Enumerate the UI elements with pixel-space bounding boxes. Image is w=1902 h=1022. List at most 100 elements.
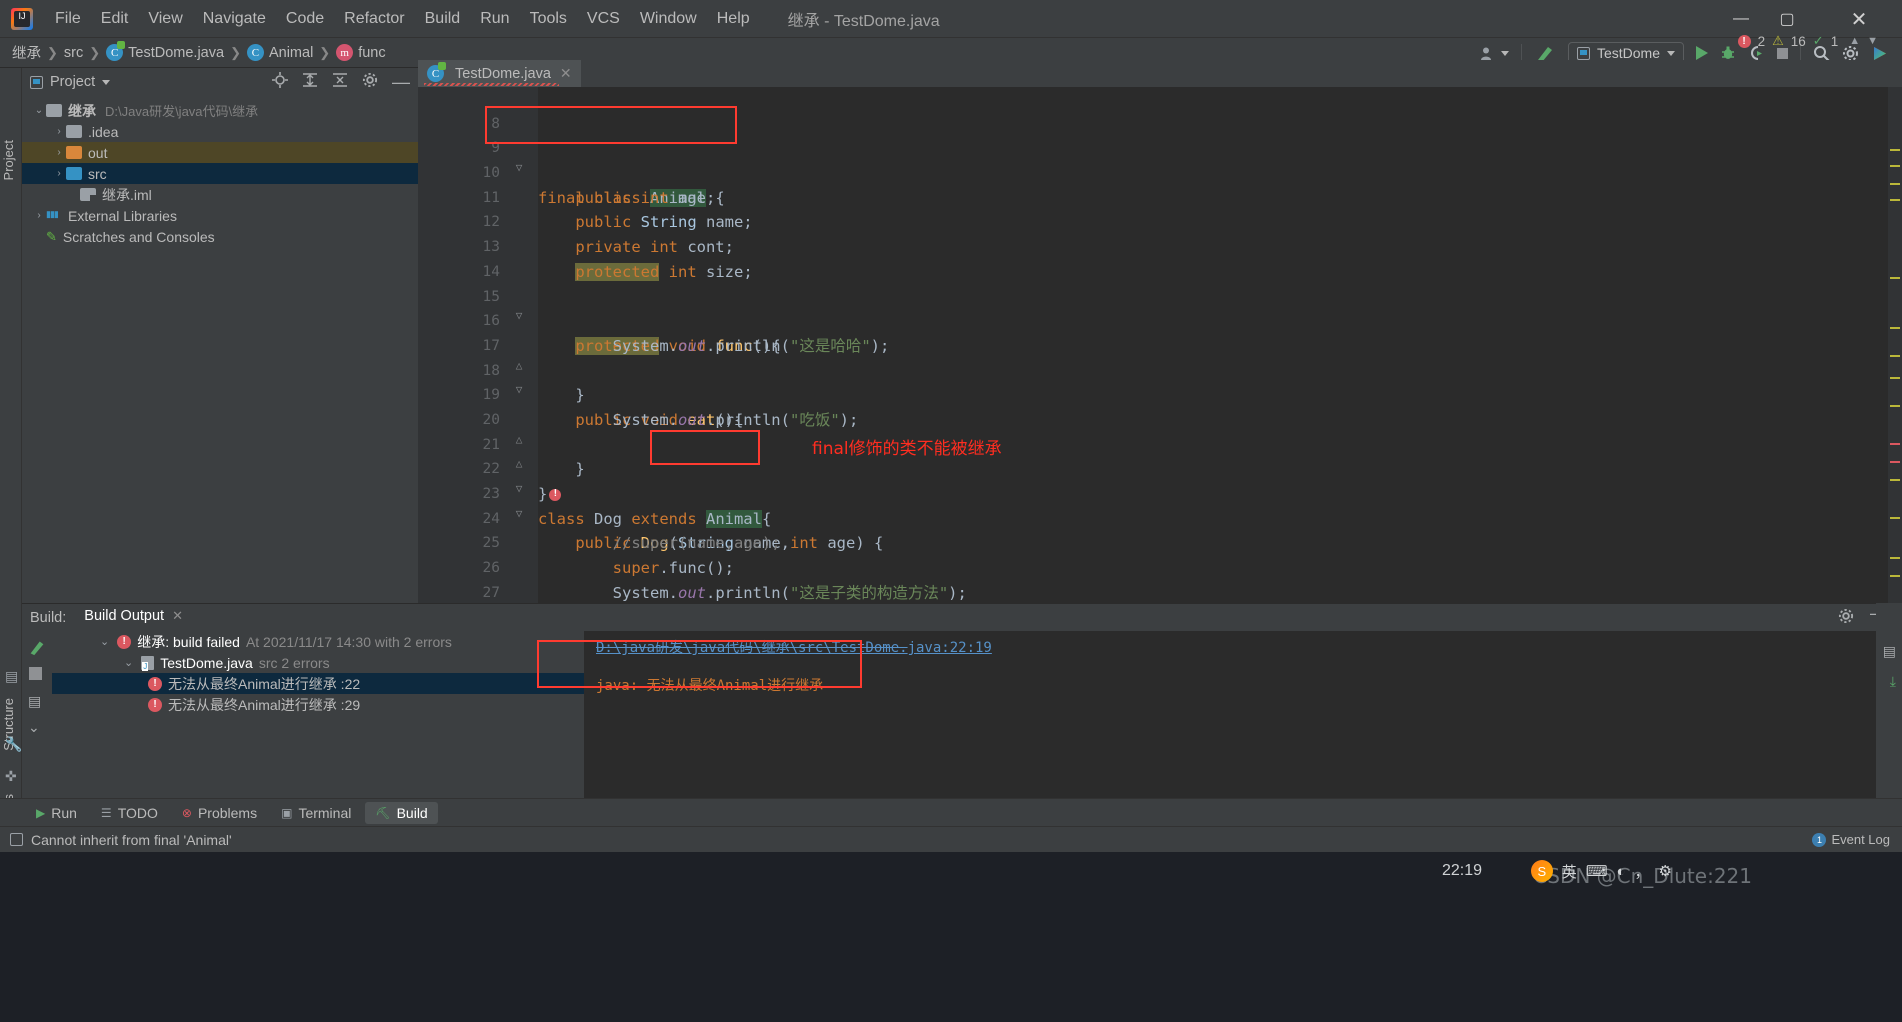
hide-icon[interactable]: —	[392, 73, 410, 91]
tool-window-button-todo[interactable]: ☰ TODO	[91, 802, 168, 824]
event-log-button[interactable]: 1 Event Log	[1812, 832, 1890, 847]
inspection-widget[interactable]: ! 2 ⚠ 16 ✓ 1 ▲ ▼	[1737, 33, 1878, 49]
filter-icon[interactable]: ▤	[28, 693, 41, 710]
warning-marker[interactable]	[1890, 405, 1900, 407]
menu-navigate[interactable]: Navigate	[193, 6, 276, 32]
menu-vcs[interactable]: VCS	[577, 6, 630, 32]
wrench-icon[interactable]: 🔧	[5, 736, 22, 753]
chevron-down-icon[interactable]	[102, 79, 111, 85]
locate-icon[interactable]	[272, 72, 288, 92]
build-detail-link[interactable]: java:22:19	[908, 640, 992, 656]
punctuation-icon[interactable]: ，	[1635, 861, 1650, 882]
breadcrumb-item-method[interactable]: m func	[336, 44, 386, 61]
tree-item-out[interactable]: › out	[22, 142, 418, 163]
build-panel-label: Build:	[30, 609, 67, 626]
settings-icon[interactable]	[362, 72, 378, 92]
breadcrumb-item-class[interactable]: C Animal ❯	[246, 44, 336, 61]
halfwidth-icon[interactable]: ◐	[1616, 863, 1625, 880]
close-icon[interactable]: ✕	[172, 608, 183, 624]
close-icon[interactable]: ✕	[560, 65, 572, 82]
menu-view[interactable]: View	[138, 6, 192, 32]
ime-indicator[interactable]: S 英 ⌨ ◐ ， ⚙	[1530, 860, 1672, 882]
warning-marker[interactable]	[1890, 557, 1900, 559]
tool-window-button-terminal[interactable]: ▣ Terminal	[271, 802, 361, 824]
menu-build[interactable]: Build	[415, 6, 471, 32]
menu-file[interactable]: File	[45, 6, 91, 32]
tool-window-button-build[interactable]: ⛏ Build	[365, 801, 438, 824]
taskbar-clock[interactable]: 22:19	[1442, 862, 1482, 880]
menu-help[interactable]: Help	[707, 6, 760, 32]
expand-all-icon[interactable]	[302, 72, 318, 92]
warning-marker[interactable]	[1890, 517, 1900, 519]
build-tree-row-build-failed[interactable]: ⌄ ! 继承: build failed At 2021/11/17 14:30…	[52, 631, 584, 652]
editor-tab-testdome[interactable]: C TestDome.java ✕	[418, 60, 581, 87]
tree-item-src[interactable]: › src	[22, 163, 418, 184]
build-output-tab[interactable]: Build Output ✕	[84, 608, 183, 633]
warning-marker[interactable]	[1890, 355, 1900, 357]
keyboard-icon[interactable]: ⌨	[1586, 862, 1608, 880]
warning-marker[interactable]	[1890, 575, 1900, 577]
warning-marker[interactable]	[1890, 165, 1900, 167]
menu-code[interactable]: Code	[276, 6, 334, 32]
warning-marker[interactable]	[1890, 327, 1900, 329]
breadcrumb-item-src[interactable]: src ❯	[64, 45, 106, 61]
breadcrumb-item-file[interactable]: C TestDome.java ❯	[106, 41, 247, 61]
chevron-down-icon[interactable]: ⌄	[32, 105, 46, 116]
chevron-right-icon[interactable]: ›	[32, 210, 46, 221]
warning-marker[interactable]	[1890, 149, 1900, 151]
menu-tools[interactable]: Tools	[520, 6, 577, 32]
pin-icon[interactable]: ✜	[5, 768, 17, 785]
stop-icon[interactable]	[29, 667, 42, 680]
error-stripe-bar[interactable]	[1888, 87, 1902, 603]
download-icon[interactable]: ⤓	[1890, 673, 1896, 690]
menu-window[interactable]: Window	[630, 6, 707, 32]
next-problem-icon[interactable]: ▼	[1867, 35, 1878, 47]
code-editor[interactable]: 8 9 ▽ final class Animal { 10 public int…	[418, 87, 1902, 603]
warning-marker[interactable]	[1890, 377, 1900, 379]
warning-marker[interactable]	[1890, 183, 1900, 185]
chevron-right-icon[interactable]: ›	[52, 147, 66, 158]
structure-icon[interactable]: ▤	[5, 668, 18, 685]
error-marker[interactable]	[1890, 461, 1900, 463]
layout-icon[interactable]: ▤	[1883, 643, 1896, 660]
chevron-down-icon[interactable]: ⌄	[100, 635, 109, 648]
tool-window-button-run[interactable]: ▶ Run	[26, 802, 87, 824]
menu-run[interactable]: Run	[470, 6, 519, 32]
error-marker[interactable]	[1890, 443, 1900, 445]
build-detail-path[interactable]: D:\java研发\java代码\继承\src\TestDome.	[596, 640, 908, 656]
chevron-right-icon[interactable]: ›	[52, 126, 66, 137]
toolbox-icon[interactable]: ⚙	[1659, 862, 1672, 880]
tree-item-iml[interactable]: 继承.iml	[22, 184, 418, 205]
breadcrumb-item-project[interactable]: 继承 ❯	[12, 42, 64, 63]
sogou-icon[interactable]: S	[1530, 860, 1553, 882]
tree-item-scratches[interactable]: ✎ Scratches and Consoles	[22, 226, 418, 247]
tool-window-button-project[interactable]: Project	[1, 140, 16, 180]
tree-item-external-libraries[interactable]: › External Libraries	[22, 205, 418, 226]
collapse-all-icon[interactable]	[332, 72, 348, 92]
run-icon[interactable]	[1696, 46, 1708, 60]
prev-problem-icon[interactable]: ▲	[1849, 35, 1860, 47]
tool-window-button-problems[interactable]: ⊗ Problems	[172, 802, 267, 824]
gear-icon[interactable]	[1838, 608, 1854, 628]
stop-icon[interactable]	[1777, 47, 1788, 59]
build-error-tree[interactable]: ⌄ ! 继承: build failed At 2021/11/17 14:30…	[52, 631, 677, 798]
menu-refactor[interactable]: Refactor	[334, 6, 414, 32]
build-tree-row-error-29[interactable]: ! 无法从最终Animal进行继承 :29	[52, 694, 584, 715]
tree-item-project-root[interactable]: ⌄ 继承 D:\Java研发\java代码\继承	[22, 100, 418, 121]
chevron-down-icon[interactable]: ⌄	[124, 656, 133, 669]
expand-icon[interactable]: ⌄	[28, 719, 40, 736]
warning-marker[interactable]	[1890, 199, 1900, 201]
warning-marker[interactable]	[1890, 479, 1900, 481]
build-tree-row-error-22[interactable]: ! 无法从最终Animal进行继承 :22	[52, 673, 584, 694]
build-detail-pane[interactable]: D:\java研发\java代码\继承\src\TestDome.java:22…	[584, 631, 1902, 798]
menu-edit[interactable]: Edit	[91, 6, 139, 32]
ime-language-label[interactable]: 英	[1562, 861, 1577, 882]
hammer-icon[interactable]	[27, 637, 47, 662]
chevron-right-icon[interactable]: ›	[52, 168, 66, 179]
build-tree-row-file[interactable]: ⌄ TestDome.java src 2 errors	[52, 652, 584, 673]
tree-item-idea[interactable]: › .idea	[22, 121, 418, 142]
debug-bug-icon[interactable]	[1720, 45, 1736, 61]
warning-marker[interactable]	[1890, 277, 1900, 279]
user-icon[interactable]	[1480, 46, 1509, 61]
intellij-logo-icon	[11, 7, 33, 30]
